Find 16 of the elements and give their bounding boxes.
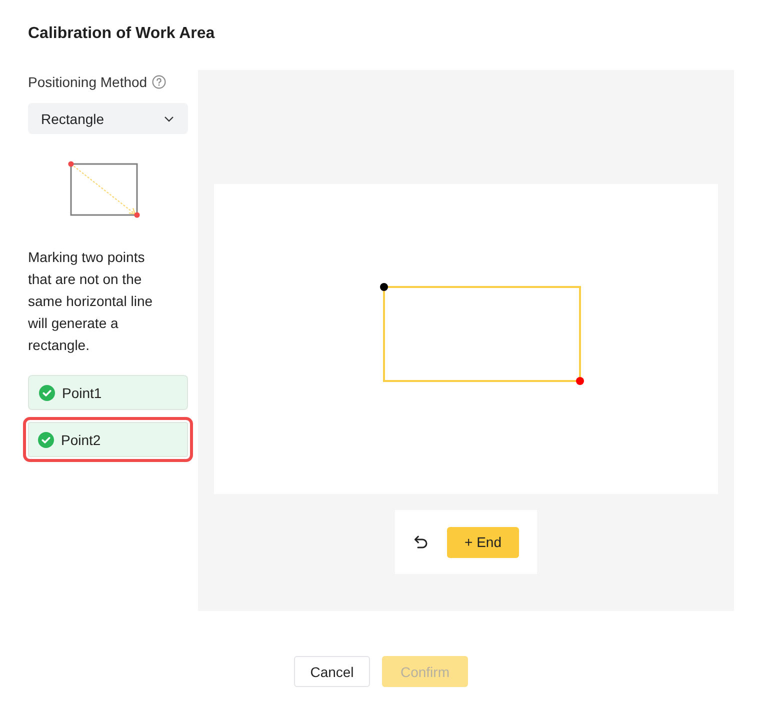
point-marker-icon[interactable] <box>576 377 584 385</box>
undo-icon[interactable] <box>413 535 429 549</box>
check-circle-icon <box>39 384 55 400</box>
help-icon[interactable] <box>152 75 166 89</box>
end-button[interactable]: + End <box>447 526 519 558</box>
cancel-button[interactable]: Cancel <box>294 656 370 687</box>
point-item[interactable]: Point1 <box>28 375 188 410</box>
point-item[interactable]: Point2 <box>23 417 193 462</box>
instruction-text: Marking two points that are not on the same horizontal line will generate a rectangle. <box>28 248 154 355</box>
rectangle-diagram-drawing <box>68 161 140 219</box>
point-marker-icon[interactable] <box>380 283 388 291</box>
dialog-title: Calibration of Work Area <box>28 24 215 44</box>
method-dropdown[interactable]: Rectangle <box>28 103 188 134</box>
positioning-method-label: Positioning Method <box>28 73 148 92</box>
chevron-down-icon <box>164 116 174 122</box>
check-circle-icon <box>38 432 54 448</box>
